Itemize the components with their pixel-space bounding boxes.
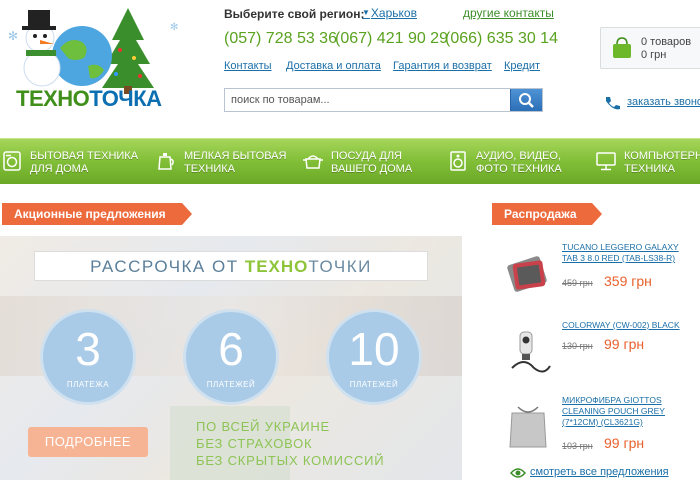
banner-title-part1: РАССРОЧКА ОТ xyxy=(90,257,245,276)
sale-item[interactable]: TUCANO LEGGERO GALAXY TAB 3 8.0 RED (TAB… xyxy=(496,242,700,314)
see-all-offers-link[interactable]: смотреть все предложения xyxy=(510,466,669,480)
shopping-bag-icon xyxy=(613,37,631,58)
phone-number: (066) 635 30 14 xyxy=(445,30,558,47)
logo-text: ТЕХНОТОЧКА xyxy=(16,86,162,112)
nav-label: МЕЛКАЯ БЫТОВАЯ ТЕХНИКА xyxy=(184,150,287,175)
installment-circle: 6 ПЛАТЕЖЕЙ xyxy=(183,309,279,405)
region-value: Харьков xyxy=(370,6,417,20)
sale-item[interactable]: МИКРОФИБРА GIOTTOS CLEANING POUCH GREY (… xyxy=(496,395,700,467)
webcam-image xyxy=(511,331,551,373)
sale-item-name: COLORWAY (CW-002) BLACK xyxy=(562,320,680,330)
cart-widget[interactable]: 0 товаров 0 грн xyxy=(600,27,700,69)
promo-heading: Акционные предложения xyxy=(2,203,192,225)
credit-link[interactable]: Кредит xyxy=(504,60,540,72)
contacts-link[interactable]: Контакты xyxy=(224,60,272,72)
sale-item-new-price: 99 грн xyxy=(604,336,645,352)
svg-text:✻: ✻ xyxy=(8,29,18,43)
eye-icon xyxy=(510,468,526,478)
installment-count: 10 xyxy=(348,323,400,375)
region-label: Выберите свой регион: xyxy=(224,7,365,21)
kettle-icon xyxy=(158,153,174,170)
cart-sum: 0 грн xyxy=(641,49,667,61)
other-contacts-link[interactable]: другие контакты xyxy=(463,6,554,20)
sale-item[interactable]: COLORWAY (CW-002) BLACK 130 грн 99 грн xyxy=(496,320,700,392)
phone-number: (057) 728 53 36 xyxy=(224,30,337,47)
banner-line: БЕЗ СКРЫТЫХ КОМИССИЙ xyxy=(196,453,385,468)
sale-item-old-price: 459 грн xyxy=(562,278,593,288)
search-bar xyxy=(224,88,543,112)
nav-label: АУДИО, ВИДЕО, ФОТО ТЕХНИКА xyxy=(476,150,562,175)
sale-item-old-price: 130 грн xyxy=(562,341,593,351)
pot-icon xyxy=(303,155,323,169)
installment-circle: 3 ПЛАТЕЖА xyxy=(40,309,136,405)
nav-label: БЫТОВАЯ ТЕХНИКА ДЛЯ ДОМА xyxy=(30,150,139,175)
site-header: ✻ ✻ ТЕХНОТОЧКА Выберите свой регион: ▼Ха… xyxy=(0,0,700,138)
sale-item-old-price: 103 грн xyxy=(562,441,593,451)
search-input[interactable] xyxy=(225,89,511,111)
nav-label: ПОСУДА ДЛЯ ВАШЕГО ДОМА xyxy=(331,150,413,175)
banner-title: РАССРОЧКА ОТ ТЕХНОТОЧКИ xyxy=(34,251,428,281)
installment-label: ПЛАТЕЖЕЙ xyxy=(349,380,399,389)
tablet-case-image xyxy=(507,256,547,292)
sale-item-name: TUCANO LEGGERO GALAXY TAB 3 8.0 RED (TAB… xyxy=(562,242,679,263)
more-details-button[interactable]: ПОДРОБНЕЕ xyxy=(28,427,148,457)
search-icon xyxy=(519,93,534,108)
sale-item-name: МИКРОФИБРА GIOTTOS CLEANING POUCH GREY (… xyxy=(562,395,665,427)
sale-heading: Распродажа xyxy=(492,203,602,225)
monitor-icon xyxy=(596,152,616,171)
banner-line: ПО ВСЕЙ УКРАИНЕ xyxy=(196,419,331,434)
nav-label: КОМПЬЮТЕРНАЯ ТЕХНИКА xyxy=(624,150,700,175)
logo-text-part1: ТЕХНО xyxy=(16,86,90,111)
installment-banner[interactable]: РАССРОЧКА ОТ ТЕХНОТОЧКИ 3 ПЛАТЕЖА 6 ПЛАТ… xyxy=(0,236,462,480)
installment-count: 6 xyxy=(218,323,244,375)
svg-text:✻: ✻ xyxy=(170,22,178,33)
category-nav: БЫТОВАЯ ТЕХНИКА ДЛЯ ДОМА МЕЛКАЯ БЫТОВАЯ … xyxy=(0,138,700,184)
phone-icon xyxy=(606,97,620,110)
sale-item-new-price: 359 грн xyxy=(604,273,652,289)
microfiber-pouch-image xyxy=(509,406,547,448)
site-logo[interactable]: ✻ ✻ ТЕХНОТОЧКА xyxy=(0,0,200,120)
phone-number: (067) 421 90 29 xyxy=(335,30,448,47)
delivery-link[interactable]: Доставка и оплата xyxy=(286,60,381,72)
speaker-icon xyxy=(450,151,466,171)
callback-link[interactable]: заказать звонок xyxy=(603,95,700,116)
region-select[interactable]: ▼Харьков xyxy=(362,6,417,20)
sale-item-new-price: 99 грн xyxy=(604,435,645,451)
see-all-text: смотреть все предложения xyxy=(530,466,669,478)
washing-machine-icon xyxy=(3,151,21,171)
installment-circle: 10 ПЛАТЕЖЕЙ xyxy=(326,309,422,405)
installment-count: 3 xyxy=(75,323,101,375)
installment-label: ПЛАТЕЖА xyxy=(66,380,110,389)
search-button[interactable] xyxy=(510,89,542,111)
logo-text-part2: ТОЧКА xyxy=(89,86,162,111)
installment-label: ПЛАТЕЖЕЙ xyxy=(206,380,256,389)
warranty-link[interactable]: Гарантия и возврат xyxy=(393,60,492,72)
banner-title-part2: ТЕХНО xyxy=(244,257,309,276)
caret-down-icon: ▼ xyxy=(362,8,370,17)
cart-count: 0 товаров xyxy=(641,36,692,48)
callback-text: заказать звонок xyxy=(627,96,700,108)
banner-title-part3: ТОЧКИ xyxy=(308,257,372,276)
banner-line: БЕЗ СТРАХОВОК xyxy=(196,436,313,451)
